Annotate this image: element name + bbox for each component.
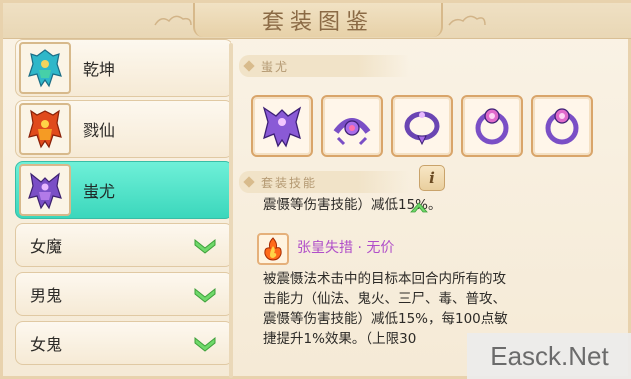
skill-desc-line: 被震慑法术击中的目标本回合内所有的攻 [263,271,506,287]
armor-chiyou-icon [19,164,71,216]
suit-item-label: 蚩尤 [83,182,116,201]
watermark: Easck.Net [467,333,631,379]
equip-section-label: 蚩尤 [261,59,290,74]
equip-slot-ring-2[interactable] [531,95,593,157]
page-title: 套装图鉴 [261,10,374,35]
category-nangui[interactable]: 男鬼 [15,272,231,316]
info-button[interactable]: i [419,165,445,191]
category-nvgui[interactable]: 女鬼 [15,321,231,365]
skill-desc-line: 击能力（仙法、鬼火、三尸、毒、普攻、 [263,291,506,307]
equip-slot-necklace[interactable] [391,95,453,157]
chevron-up-icon[interactable] [409,199,429,215]
suit-item-label: 乾坤 [83,60,116,79]
skill-section-label: 套装技能 [261,175,318,190]
ring-icon [475,108,509,145]
ring-icon [545,108,579,145]
suit-item-chiyou[interactable]: 蚩尤 [15,161,231,219]
skill-name: 张皇失措 · 无价 [297,240,395,256]
belt-icon [333,118,371,146]
armor-qiankun-icon [19,42,71,94]
suit-detail-panel: 蚩尤 套装技能 i 震慑等伤害技能）减低15%。 张皇失措 · 无价 被震慑法术… [235,39,631,379]
title-bar: 套装图鉴 [3,3,631,39]
diamond-ornament-icon [243,176,255,188]
diamond-ornament-icon [243,60,255,72]
category-label: 女鬼 [30,335,63,354]
suit-item-luxian[interactable]: 戮仙 [15,100,231,158]
cloud-ornament-icon [154,15,192,26]
suit-list: 乾坤 戮仙 蚩尤 女魔 男鬼 女鬼 [11,39,231,379]
equip-slot-ring-1[interactable] [461,95,523,157]
equip-slot-robe[interactable] [251,95,313,157]
necklace-icon [404,111,440,146]
suit-item-qiankun[interactable]: 乾坤 [15,39,231,97]
cloud-ornament-icon [448,15,486,26]
equip-slot-belt[interactable] [321,95,383,157]
category-nvmo[interactable]: 女魔 [15,223,231,267]
suit-codex-window: 套装图鉴 乾坤 戮仙 蚩尤 女魔 男鬼 女鬼 蚩尤 套装技能 i 震慑等伤害技能… [0,0,631,379]
equip-section-header: 蚩尤 [239,55,409,77]
equipment-row [251,95,593,157]
skill-desc-line: 震慑等伤害技能）减低15%，每100点敏 [263,311,508,327]
skill-flame-icon [257,233,289,265]
chevron-down-icon [194,238,216,254]
chevron-down-icon [194,287,216,303]
armor-luxian-icon [19,103,71,155]
skill-section-header: 套装技能 [239,171,409,193]
robe-icon [262,106,302,148]
category-label: 女魔 [30,237,63,256]
chevron-down-icon [194,336,216,352]
title-plate: 套装图鉴 [193,3,443,37]
category-label: 男鬼 [30,286,63,305]
suit-item-label: 戮仙 [83,121,116,140]
list-scrollbar[interactable] [229,43,233,378]
